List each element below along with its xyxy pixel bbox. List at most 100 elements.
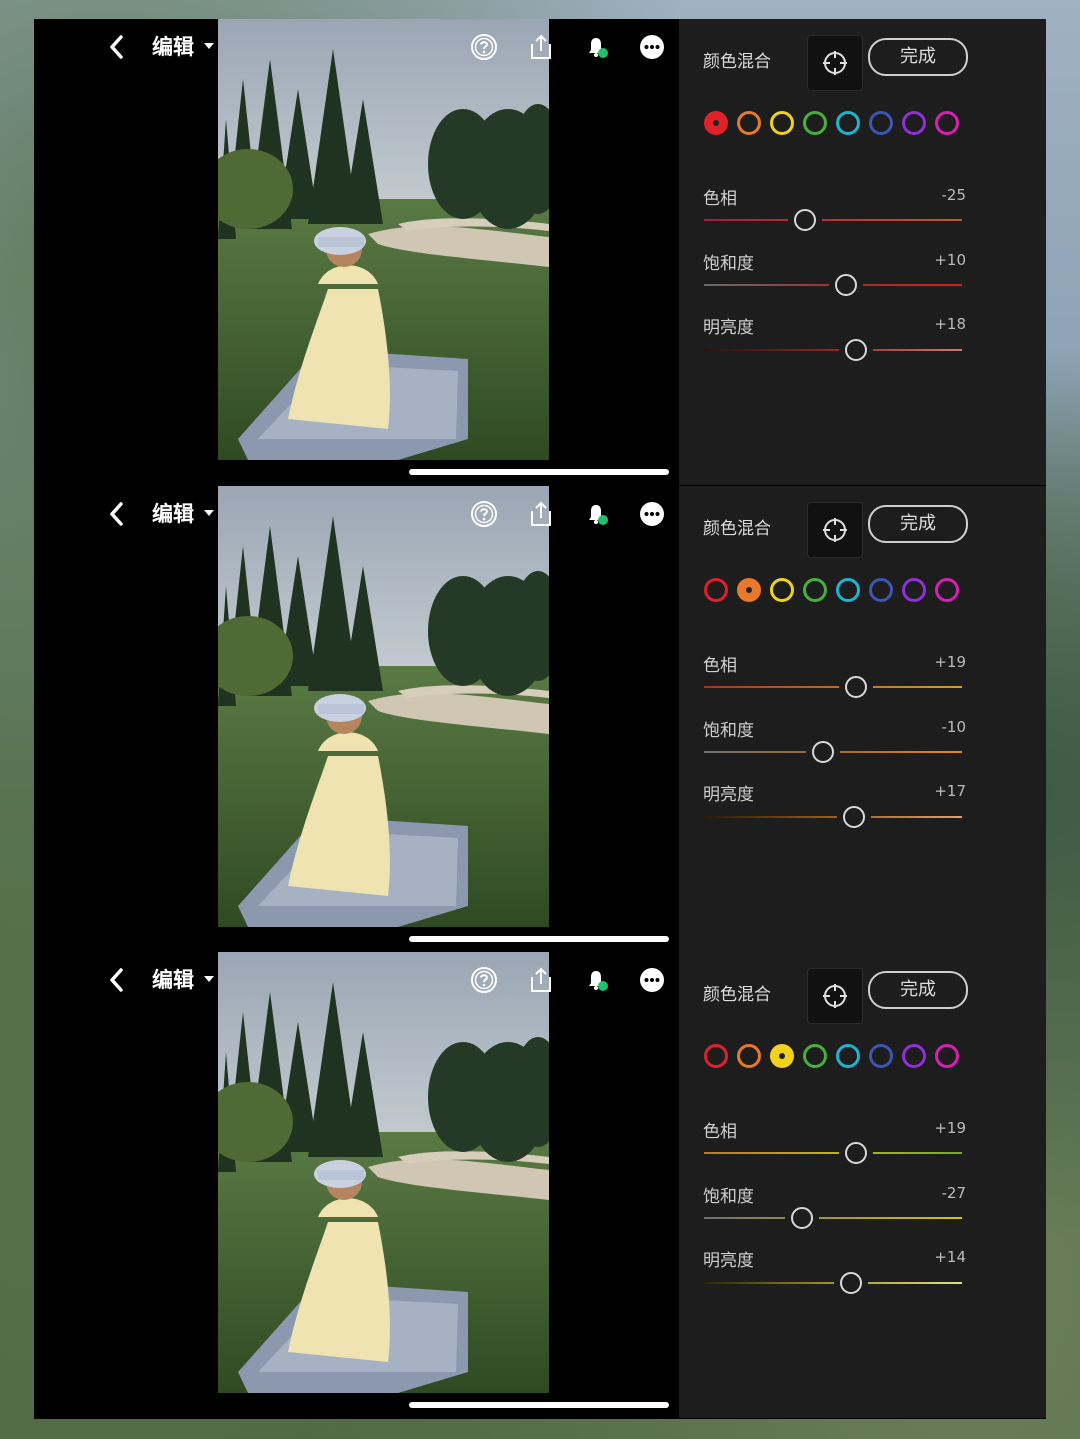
- swatch-blue[interactable]: [869, 1044, 893, 1068]
- notification-bell-icon[interactable]: [583, 33, 611, 61]
- slider-thumb[interactable]: [845, 676, 868, 698]
- slider-label: 饱和度: [703, 254, 754, 274]
- swatch-magenta[interactable]: [935, 578, 959, 602]
- panel-title: 颜色混合: [703, 985, 771, 1005]
- done-button[interactable]: 完成: [868, 971, 968, 1009]
- done-button[interactable]: 完成: [868, 38, 968, 76]
- swatch-magenta[interactable]: [935, 111, 959, 135]
- swatch-blue[interactable]: [869, 578, 893, 602]
- slider-track[interactable]: [704, 816, 962, 818]
- swatch-red[interactable]: [704, 578, 728, 602]
- swatch-yellow[interactable]: [770, 1044, 794, 1068]
- more-options-icon[interactable]: [638, 33, 666, 61]
- slider-track[interactable]: [704, 1152, 962, 1154]
- slider-label: 色相: [703, 656, 737, 676]
- swatch-aqua[interactable]: [836, 578, 860, 602]
- panel-title: 颜色混合: [703, 52, 771, 72]
- slider-value: +19: [934, 1119, 966, 1137]
- share-icon[interactable]: [527, 966, 555, 994]
- slider-track[interactable]: [704, 219, 962, 221]
- slider-thumb[interactable]: [845, 1142, 868, 1164]
- swatch-green[interactable]: [803, 578, 827, 602]
- swatch-yellow[interactable]: [770, 111, 794, 135]
- caret-down-icon[interactable]: [204, 976, 214, 982]
- back-chevron-icon[interactable]: [106, 966, 128, 994]
- slider-track[interactable]: [704, 349, 962, 351]
- done-button[interactable]: 完成: [868, 505, 968, 543]
- help-icon[interactable]: [470, 33, 498, 61]
- slider-label: 明亮度: [703, 1251, 754, 1271]
- more-options-icon[interactable]: [638, 500, 666, 528]
- crosshair-icon: [823, 984, 847, 1008]
- slider-thumb[interactable]: [811, 741, 834, 763]
- color-swatch-row: [704, 578, 974, 604]
- editor-screenshot-3: 编辑 颜色混合 完成 色相 +19 饱和度 -27 明亮度 +14: [34, 952, 1046, 1418]
- swatch-aqua[interactable]: [836, 1044, 860, 1068]
- slider-value: -25: [941, 186, 967, 204]
- share-icon[interactable]: [527, 33, 555, 61]
- slider-thumb[interactable]: [842, 806, 865, 828]
- swatch-orange[interactable]: [737, 578, 761, 602]
- home-indicator: [409, 469, 669, 475]
- crosshair-icon: [823, 51, 847, 75]
- help-icon[interactable]: [470, 966, 498, 994]
- caret-down-icon[interactable]: [204, 43, 214, 49]
- edit-title[interactable]: 编辑: [152, 498, 194, 528]
- swatch-magenta[interactable]: [935, 1044, 959, 1068]
- slider-value: +18: [934, 315, 966, 333]
- collage-frame: 编辑 颜色混合 完成 色相 -25 饱和度 +10 明亮度 +18 编辑 颜色混…: [34, 19, 1046, 1419]
- swatch-orange[interactable]: [737, 111, 761, 135]
- swatch-purple[interactable]: [902, 1044, 926, 1068]
- caret-down-icon[interactable]: [204, 510, 214, 516]
- back-chevron-icon[interactable]: [106, 33, 128, 61]
- slider-value: -27: [941, 1184, 967, 1202]
- swatch-green[interactable]: [803, 1044, 827, 1068]
- canvas-area: 编辑: [34, 952, 679, 1418]
- photo-preview: [218, 486, 549, 927]
- panel-title: 颜色混合: [703, 519, 771, 539]
- swatch-blue[interactable]: [869, 111, 893, 135]
- slider-thumb[interactable]: [791, 1207, 814, 1229]
- home-indicator: [409, 936, 669, 942]
- notification-bell-icon[interactable]: [583, 500, 611, 528]
- targeted-adjust-button[interactable]: [807, 35, 863, 91]
- slider-label: 明亮度: [703, 785, 754, 805]
- slider-thumb[interactable]: [834, 274, 857, 296]
- swatch-aqua[interactable]: [836, 111, 860, 135]
- color-mix-panel: 颜色混合 完成 色相 +19 饱和度 -10 明亮度 +17: [679, 486, 1046, 952]
- editor-screenshot-1: 编辑 颜色混合 完成 色相 -25 饱和度 +10 明亮度 +18: [34, 19, 1046, 485]
- color-mix-panel: 颜色混合 完成 色相 -25 饱和度 +10 明亮度 +18: [679, 19, 1046, 485]
- slider-thumb[interactable]: [845, 339, 868, 361]
- back-chevron-icon[interactable]: [106, 500, 128, 528]
- swatch-purple[interactable]: [902, 111, 926, 135]
- slider-label: 色相: [703, 189, 737, 209]
- swatch-red[interactable]: [704, 111, 728, 135]
- more-options-icon[interactable]: [638, 966, 666, 994]
- slider-thumb[interactable]: [793, 209, 816, 231]
- slider-track[interactable]: [704, 1217, 962, 1219]
- edit-title[interactable]: 编辑: [152, 964, 194, 994]
- slider-track[interactable]: [704, 284, 962, 286]
- targeted-adjust-button[interactable]: [807, 968, 863, 1024]
- help-icon[interactable]: [470, 500, 498, 528]
- canvas-area: 编辑: [34, 486, 679, 952]
- editor-screenshot-2: 编辑 颜色混合 完成 色相 +19 饱和度 -10 明亮度 +17: [34, 486, 1046, 952]
- crosshair-icon: [823, 518, 847, 542]
- color-mix-panel: 颜色混合 完成 色相 +19 饱和度 -27 明亮度 +14: [679, 952, 1046, 1418]
- slider-label: 饱和度: [703, 1187, 754, 1207]
- targeted-adjust-button[interactable]: [807, 502, 863, 558]
- slider-label: 饱和度: [703, 721, 754, 741]
- slider-thumb[interactable]: [840, 1272, 863, 1294]
- notification-bell-icon[interactable]: [583, 966, 611, 994]
- slider-track[interactable]: [704, 686, 962, 688]
- slider-track[interactable]: [704, 1282, 962, 1284]
- home-indicator: [409, 1402, 669, 1408]
- swatch-green[interactable]: [803, 111, 827, 135]
- swatch-yellow[interactable]: [770, 578, 794, 602]
- swatch-orange[interactable]: [737, 1044, 761, 1068]
- edit-title[interactable]: 编辑: [152, 31, 194, 61]
- share-icon[interactable]: [527, 500, 555, 528]
- swatch-red[interactable]: [704, 1044, 728, 1068]
- slider-value: +14: [934, 1248, 966, 1266]
- swatch-purple[interactable]: [902, 578, 926, 602]
